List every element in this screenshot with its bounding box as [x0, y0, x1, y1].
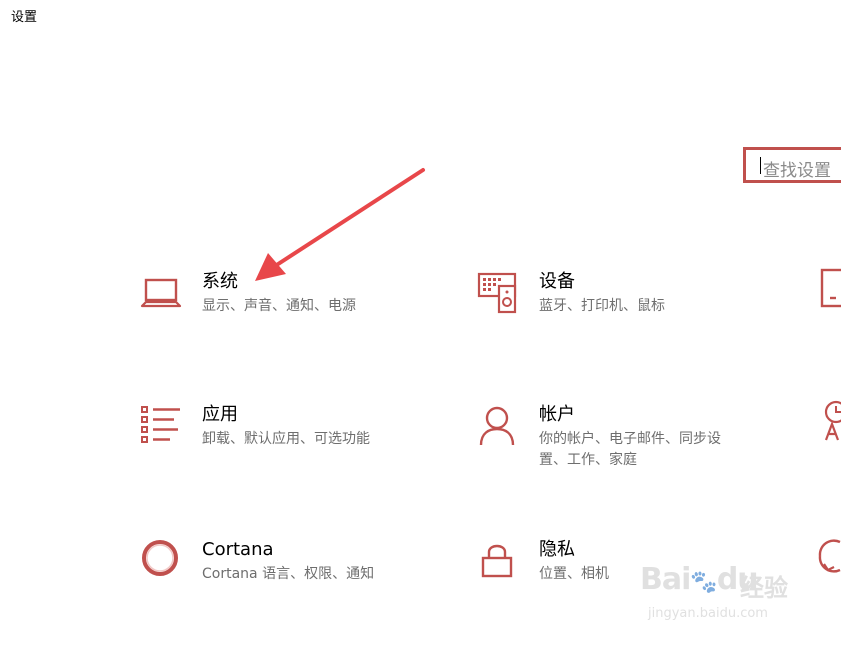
search-placeholder: 查找设置: [763, 161, 831, 181]
update-sync-icon[interactable]: [814, 534, 841, 578]
tile-accounts[interactable]: 帐户 你的帐户、电子邮件、同步设置、工作、家庭: [477, 403, 739, 471]
search-input[interactable]: 查找设置: [743, 147, 841, 183]
person-icon: [479, 406, 515, 446]
watermark-url: jingyan.baidu.com: [648, 606, 768, 621]
phone-icon[interactable]: [814, 268, 841, 312]
tile-description: 卸载、默认应用、可选功能: [202, 431, 370, 447]
laptop-icon: [140, 278, 182, 308]
tile-privacy[interactable]: 隐私 位置、相机: [477, 538, 609, 585]
tile-description: 蓝牙、打印机、鼠标: [539, 298, 665, 314]
tile-title: 设备: [539, 271, 575, 292]
tile-description: 显示、声音、通知、电源: [202, 298, 356, 314]
watermark-text: 经验: [740, 574, 788, 602]
window-title: 设置: [11, 10, 38, 25]
tile-description: 你的帐户、电子邮件、同步设置、工作、家庭: [539, 431, 721, 468]
tile-devices[interactable]: 设备 蓝牙、打印机、鼠标: [477, 270, 665, 317]
tile-description: 位置、相机: [539, 566, 609, 582]
tile-apps[interactable]: 应用 卸载、默认应用、可选功能: [140, 403, 370, 450]
text-caret: [760, 157, 761, 174]
tile-title: 隐私: [539, 539, 575, 560]
annotation-arrow: [255, 168, 425, 281]
time-language-icon[interactable]: [814, 400, 841, 444]
cortana-circle-icon: [142, 540, 178, 576]
tile-title: 系统: [202, 271, 238, 292]
tile-title: 帐户: [539, 404, 575, 425]
tile-description: Cortana 语言、权限、通知: [202, 566, 375, 582]
tile-title: 应用: [202, 404, 238, 425]
tile-cortana[interactable]: Cortana Cortana 语言、权限、通知: [140, 538, 374, 585]
tile-system[interactable]: 系统 显示、声音、通知、电源: [140, 270, 356, 317]
tile-title: Cortana: [202, 539, 274, 560]
apps-list-icon: [141, 406, 180, 443]
baidu-watermark: Bai🐾du 经验 jingyan.baidu.com: [640, 562, 800, 626]
devices-icon: [477, 272, 517, 314]
lock-icon: [481, 544, 513, 578]
